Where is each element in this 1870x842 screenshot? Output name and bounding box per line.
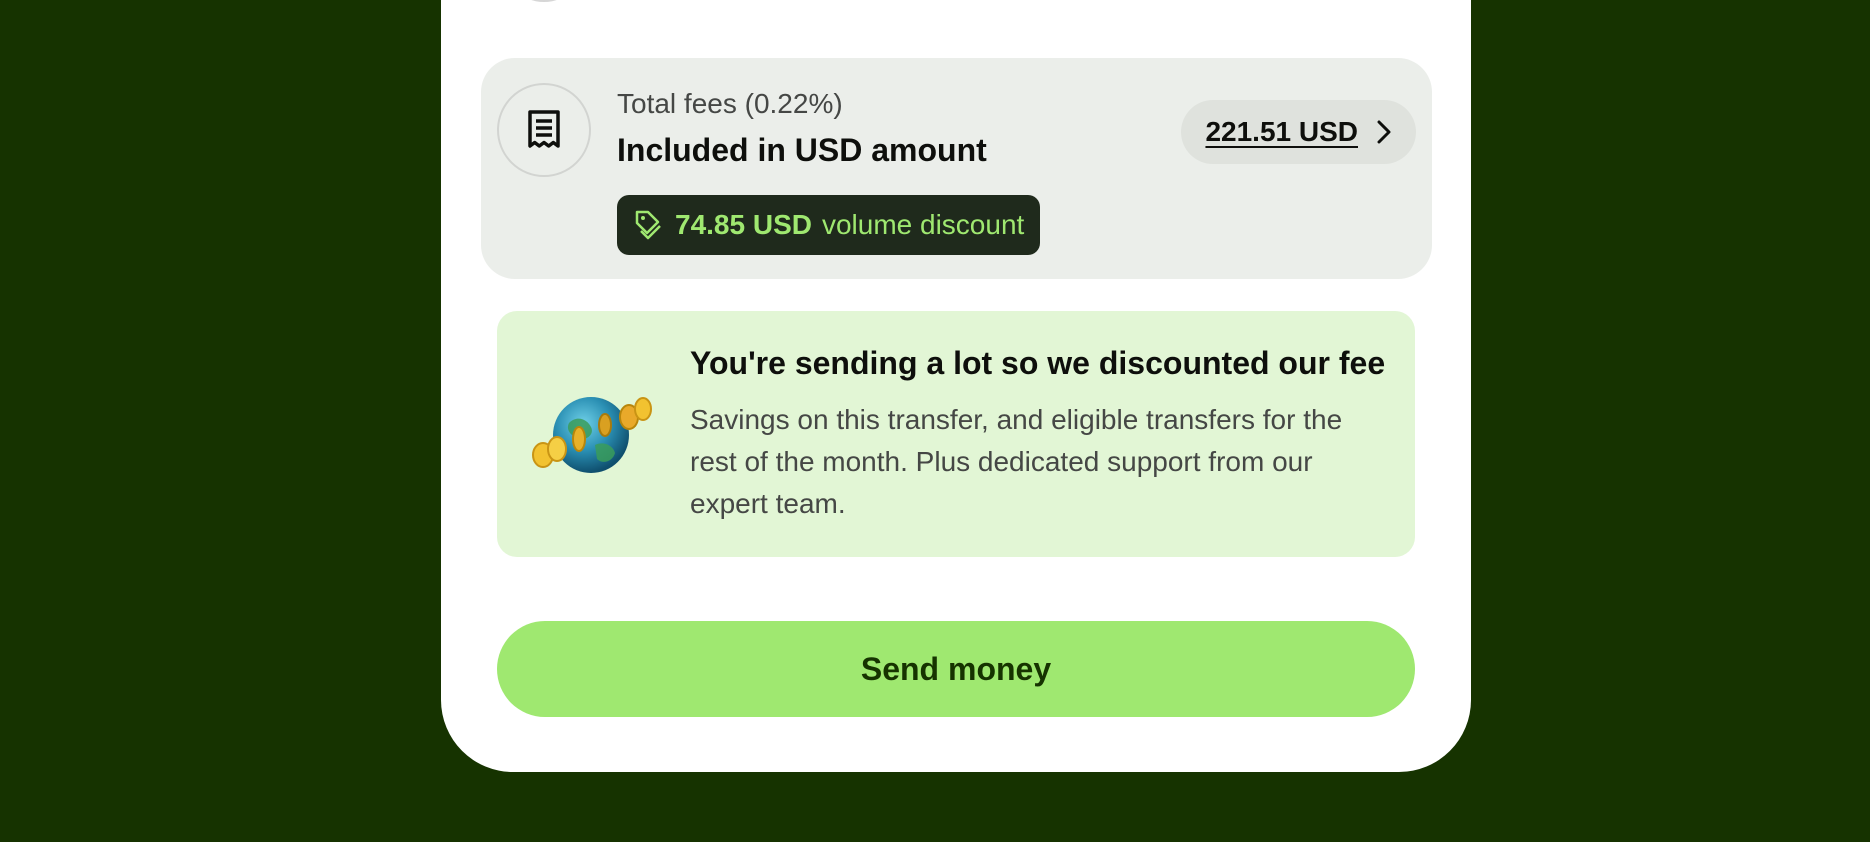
chevron-right-icon [1377,120,1391,144]
fee-amount-button[interactable]: 221.51 USD [1181,100,1416,164]
fee-amount: 221.51 USD [1205,116,1358,147]
fees-label: Total fees (0.22%) [617,88,843,119]
discount-amount: 74.85 USD [675,209,812,240]
receipt-icon [528,110,560,148]
tag-icon [635,210,661,240]
promo-description: Savings on this transfer, and eligible t… [690,404,1343,519]
send-money-button[interactable]: Send money [497,621,1415,717]
fees-panel: Total fees (0.22%) Included in USD amoun… [481,58,1432,279]
globe-coins-illustration [532,397,652,473]
fees-title: Included in USD amount [617,132,987,168]
fees-icon-circle [497,83,591,177]
discount-suffix: volume discount [821,209,1025,240]
volume-discount-badge: 74.85 USD volume discount [617,195,1041,255]
promo-title: You're sending a lot so we discounted ou… [690,345,1386,381]
page-background: Total fees (0.22%) Included in USD amoun… [0,0,1870,842]
volume-discount-promo: You're sending a lot so we discounted ou… [497,311,1415,557]
